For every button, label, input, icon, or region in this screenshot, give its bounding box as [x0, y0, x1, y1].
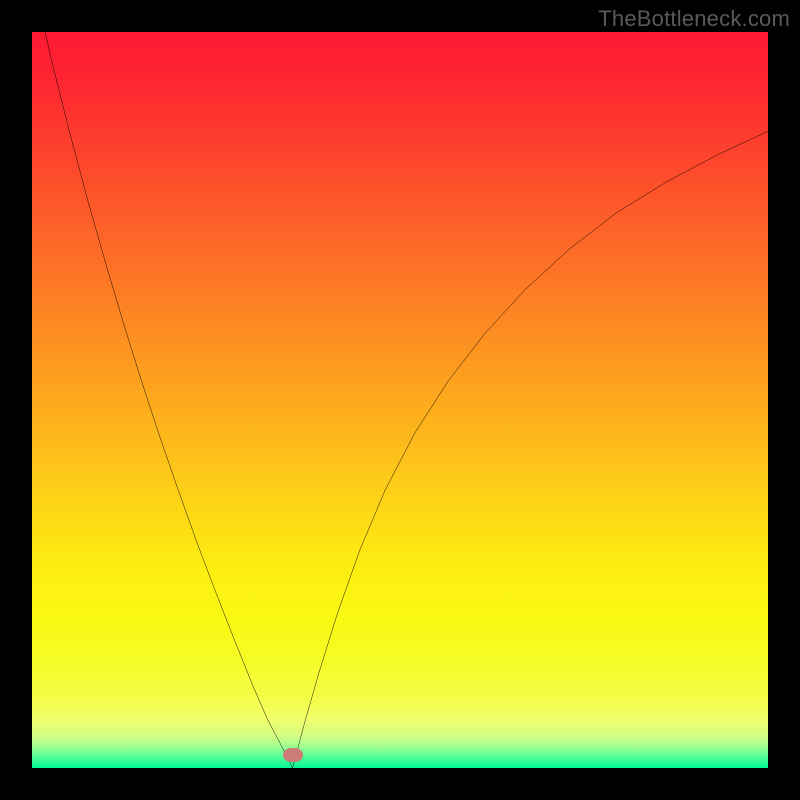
chart-frame: TheBottleneck.com: [0, 0, 800, 800]
watermark-label: TheBottleneck.com: [598, 6, 790, 32]
bottleneck-curve: [32, 32, 768, 768]
optimum-marker: [283, 748, 303, 762]
plot-area: [32, 32, 768, 768]
